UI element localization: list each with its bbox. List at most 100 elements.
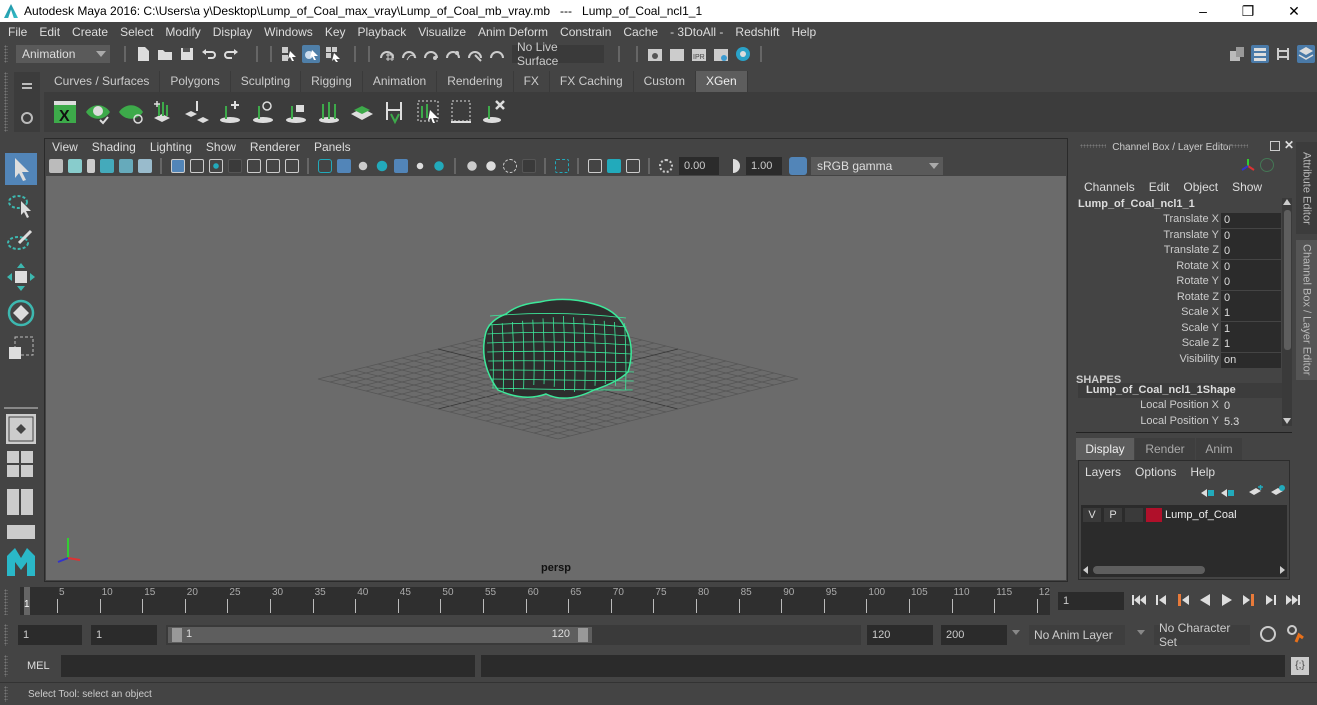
range-end-handle[interactable] [578, 628, 588, 642]
hypershade-icon[interactable] [734, 45, 752, 63]
channel-row[interactable]: Rotate Z0 [1075, 290, 1281, 306]
create-patch-icon[interactable] [348, 98, 376, 126]
layer-display-type-toggle[interactable] [1125, 508, 1143, 522]
channels-menu[interactable]: Channels [1084, 180, 1135, 194]
gamma-field[interactable]: 1.00 [746, 156, 782, 175]
place-guides-icon[interactable] [183, 98, 211, 126]
channel-value-field[interactable]: 0 [1221, 399, 1281, 414]
select-guides-icon[interactable] [414, 98, 442, 126]
rotate-tool-icon[interactable] [5, 297, 37, 329]
lock-guide-icon[interactable] [282, 98, 310, 126]
shelf-menu-icon[interactable] [22, 83, 32, 85]
2d-pan-zoom-icon[interactable] [118, 158, 133, 173]
channel-row[interactable]: Translate X0 [1075, 213, 1281, 228]
minimize-button[interactable]: – [1180, 0, 1226, 22]
shelf-tab-sculpting[interactable]: Sculpting [230, 71, 302, 92]
screen-space-ao-icon[interactable] [431, 158, 446, 173]
scroll-down-icon[interactable] [1283, 418, 1291, 424]
shelf-tab-fx[interactable]: FX [513, 71, 550, 92]
edit-menu[interactable]: Edit [1149, 180, 1170, 194]
channel-row[interactable]: Rotate X0 [1075, 259, 1281, 275]
menu-file[interactable]: File [0, 25, 33, 39]
shelf-tab-animation[interactable]: Animation [362, 71, 438, 92]
viewport-menu-view[interactable]: View [44, 140, 85, 154]
help-line-grip[interactable] [4, 686, 8, 702]
new-scene-icon[interactable] [134, 45, 152, 63]
new-layer-icon[interactable] [1249, 485, 1263, 497]
channel-row[interactable]: Scale Z1 [1075, 337, 1281, 352]
shadows-icon[interactable] [412, 158, 427, 173]
tool-settings-toggle-icon[interactable] [1274, 45, 1292, 63]
scrollbar-thumb[interactable] [1284, 210, 1291, 350]
render-view-icon[interactable] [646, 45, 664, 63]
select-component-icon[interactable] [554, 158, 569, 173]
menu-playback[interactable]: Playback [352, 25, 413, 39]
snap-to-view-plane-icon[interactable] [444, 45, 462, 63]
wireframe-icon[interactable] [317, 158, 332, 173]
go-to-start-icon[interactable] [1131, 592, 1147, 611]
field-chart-icon[interactable] [246, 158, 261, 173]
viewport-menu-renderer[interactable]: Renderer [243, 140, 307, 154]
script-editor-icon[interactable]: {;} [1291, 657, 1309, 675]
shelf-tab-custom[interactable]: Custom [633, 71, 696, 92]
render-current-frame-icon[interactable] [668, 45, 686, 63]
layers-menu[interactable]: Layers [1085, 465, 1121, 479]
channel-row[interactable]: Visibility on [1075, 352, 1281, 368]
move-tool-icon[interactable] [5, 261, 37, 293]
isolate-select-icon[interactable] [464, 158, 479, 173]
layer-playback-toggle[interactable]: P [1104, 508, 1122, 522]
shelf-settings-gear-icon[interactable] [21, 112, 33, 124]
perspective-viewport[interactable]: persp [46, 176, 1066, 580]
save-scene-icon[interactable] [178, 45, 196, 63]
bind-guides-icon[interactable] [381, 98, 409, 126]
animation-start-field[interactable]: 1 [18, 625, 82, 645]
chevron-down-icon[interactable] [1012, 630, 1020, 635]
layer-color-swatch[interactable] [1146, 508, 1162, 522]
maya-home-icon[interactable] [5, 546, 37, 578]
channel-value-field[interactable]: 0 [1221, 228, 1281, 244]
channel-box-layer-editor-tab[interactable]: Channel Box / Layer Editor [1296, 240, 1317, 380]
close-button[interactable]: ✕ [1271, 0, 1317, 22]
channel-box-toggle-icon[interactable] [1297, 45, 1315, 63]
channel-label[interactable]: Translate Z [1164, 244, 1219, 256]
layer-visibility-toggle[interactable]: V [1083, 508, 1101, 522]
outliner-layout-icon[interactable] [6, 524, 36, 540]
color-management-toggle-icon[interactable] [788, 156, 807, 175]
show-menu[interactable]: Show [1232, 180, 1262, 194]
channel-value-field[interactable]: 0 [1221, 290, 1281, 306]
camera-attributes-icon[interactable] [67, 158, 82, 173]
xray-joints-icon[interactable] [502, 158, 517, 173]
undo-icon[interactable] [200, 45, 218, 63]
channel-value-field[interactable]: 0 [1221, 213, 1281, 228]
viewport-menu-shading[interactable]: Shading [85, 140, 143, 154]
menu-windows[interactable]: Windows [258, 25, 319, 39]
menu-display[interactable]: Display [207, 25, 258, 39]
sculpt-guide-icon[interactable] [249, 98, 277, 126]
channel-value-field[interactable]: 1 [1221, 337, 1281, 352]
status-line-grip[interactable] [4, 45, 8, 63]
menu-visualize[interactable]: Visualize [412, 25, 472, 39]
shelf-tab-curves-surfaces[interactable]: Curves / Surfaces [44, 71, 161, 92]
animation-end-field[interactable]: 200 [941, 625, 1007, 645]
channel-row[interactable]: Translate Z0 [1075, 244, 1281, 259]
use-all-lights-icon[interactable] [393, 158, 408, 173]
ipr-render-icon[interactable]: IPR [690, 45, 708, 63]
channel-label[interactable]: Translate X [1163, 213, 1219, 225]
viewport-menu-panels[interactable]: Panels [307, 140, 358, 154]
animation-preferences-icon[interactable] [1286, 624, 1306, 644]
preview-icon[interactable] [84, 98, 112, 126]
shape-name[interactable]: Lump_of_Coal_ncl1_1Shape [1086, 384, 1236, 396]
channel-value-field[interactable]: 0 [1221, 275, 1281, 290]
step-back-key-icon[interactable] [1175, 592, 1191, 611]
scroll-right-icon[interactable] [1280, 566, 1285, 574]
channel-label[interactable]: Scale X [1181, 306, 1219, 318]
xray-components-icon[interactable] [521, 158, 536, 173]
channel-label[interactable]: Rotate Y [1176, 275, 1219, 287]
maximize-button[interactable]: ❐ [1225, 0, 1271, 22]
menu-edit[interactable]: Edit [33, 25, 66, 39]
channel-row[interactable]: Rotate Y0 [1075, 275, 1281, 290]
play-backwards-icon[interactable] [1197, 592, 1213, 611]
menu-modify[interactable]: Modify [159, 25, 206, 39]
manipulator-axes-icon[interactable] [1240, 158, 1256, 174]
create-description-icon[interactable] [150, 98, 178, 126]
